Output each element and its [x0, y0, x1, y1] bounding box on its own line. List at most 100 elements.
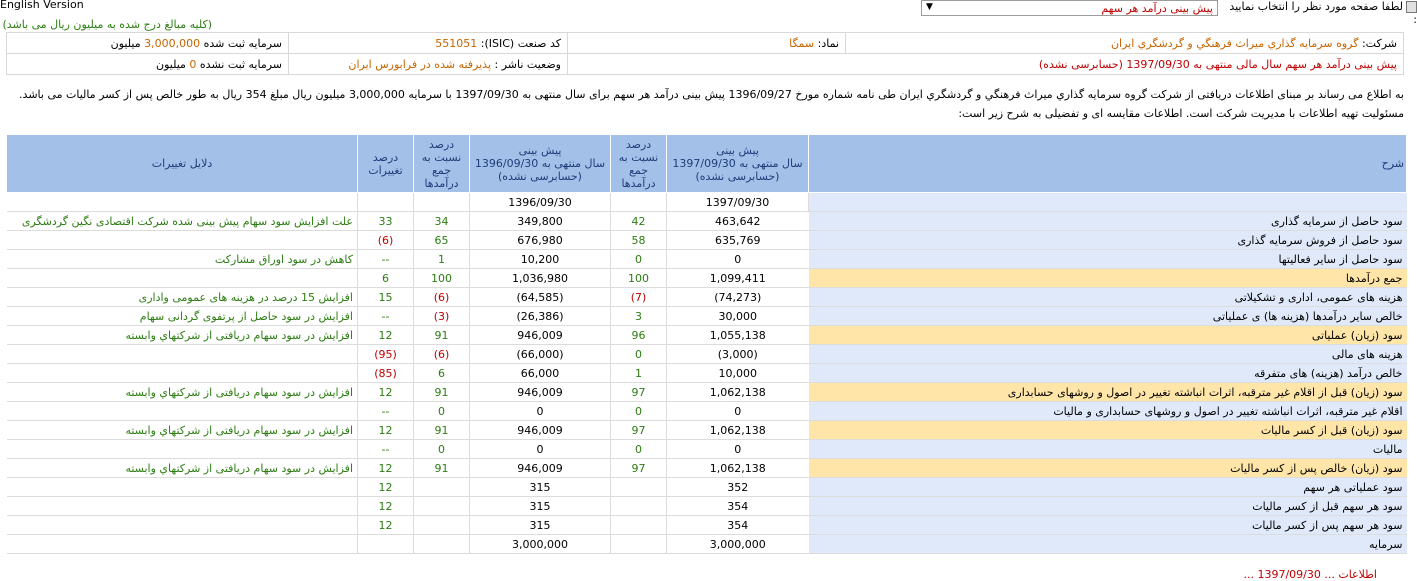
row-percent-1397: 0: [610, 249, 667, 269]
date-1397: 1397/09/30: [666, 192, 809, 212]
row-reason: [6, 496, 358, 516]
row-forecast-1396: 0: [469, 439, 611, 459]
row-forecast-1397: 354: [666, 496, 809, 516]
row-change-percent: 12: [357, 496, 414, 516]
row-desc: مالیات: [808, 439, 1407, 459]
row-percent-1396: 91: [413, 420, 470, 440]
row-percent-1397: 1: [610, 363, 667, 383]
row-change-percent: (6): [357, 230, 414, 250]
row-forecast-1397: (3,000): [666, 344, 809, 364]
row-percent-1396: (6): [413, 344, 470, 364]
row-change-percent: 33: [357, 211, 414, 231]
table-row: هزینه های عمومی، اداری و تشکیلاتی (74,273…: [6, 287, 1407, 307]
capital-unregistered-value: 0: [189, 57, 197, 71]
page-select-label: لطفا صفحه مورد نظر را انتخاب نمایید :: [1223, 0, 1417, 26]
table-row: سود (زیان) عملیاتی 1,055,138 96 946,009 91 12…: [6, 325, 1407, 345]
dropdown-arrow-icon[interactable]: ▼: [926, 2, 933, 12]
row-percent-1397: 3: [610, 306, 667, 326]
page-select-label-text: لطفا صفحه مورد نظر را انتخاب نمایید :: [1229, 0, 1417, 26]
row-change-percent: --: [357, 249, 414, 269]
row-change-percent: --: [357, 401, 414, 421]
row-change-percent: 6: [357, 268, 414, 288]
table-row: سود حاصل از فروش سرمایه گذاری 635,769 58 67…: [6, 230, 1407, 250]
english-version-link[interactable]: English Version: [0, 0, 84, 11]
row-percent-1397: 0: [610, 401, 667, 421]
row-percent-1396: (3): [413, 306, 470, 326]
forecast-date: 1397/09/30: [1126, 57, 1190, 71]
row-change-percent: 12: [357, 420, 414, 440]
row-desc: سرمایه: [808, 534, 1407, 554]
row-forecast-1396: 66,000: [469, 363, 611, 383]
row-desc: هزینه های عمومی، اداری و تشکیلاتی: [808, 287, 1407, 307]
row-percent-1397: 97: [610, 458, 667, 478]
row-desc: سود حاصل از فروش سرمایه گذاری: [808, 230, 1407, 250]
row-desc: سود عملیاتی هر سهم: [808, 477, 1407, 497]
row-forecast-1396: 3,000,000: [469, 534, 611, 554]
row-percent-1397: 42: [610, 211, 667, 231]
row-percent-1396: 91: [413, 458, 470, 478]
company-cell: شرکت: گروه سرمايه گذاري ميراث فرهنگي و گ…: [845, 32, 1404, 54]
header-forecast-1397: پیش بینی سال منتهی به 1397/09/30 (حسابرسی …: [666, 134, 809, 193]
row-percent-1396: 6: [413, 363, 470, 383]
row-percent-1396: 91: [413, 382, 470, 402]
row-change-percent: --: [357, 306, 414, 326]
row-percent-1397: 0: [610, 344, 667, 364]
row-forecast-1396: 315: [469, 515, 611, 535]
table-row: سود هر سهم پس از کسر مالیات 354 315 12: [6, 515, 1407, 535]
forecast-status: (حسابرسی نشده): [1038, 57, 1123, 71]
row-forecast-1396: 10,200: [469, 249, 611, 269]
header-desc: شرح: [808, 134, 1407, 193]
page-select-value: پیش بینی درآمد هر سهم: [1101, 2, 1213, 15]
date-1396: 1396/09/30: [469, 192, 611, 212]
row-desc: خالص درآمد (هزینه) های متفرقه: [808, 363, 1407, 383]
row-forecast-1397: 463,642: [666, 211, 809, 231]
dates-desc: [808, 192, 1407, 212]
row-forecast-1396: 1,036,980: [469, 268, 611, 288]
header-percent-1397: درصد نسبت به جمع درآمدها: [610, 134, 667, 193]
row-forecast-1397: 1,062,138: [666, 382, 809, 402]
publisher-cell: وضعیت ناشر : پذیرفته شده در فرابورس ایرا…: [288, 53, 568, 75]
table-row: جمع درآمدها 1,099,411 100 1,036,980 100 6: [6, 268, 1407, 288]
dates-row: 1397/09/30 1396/09/30: [6, 192, 1407, 212]
row-reason: افزایش در سود سهام دریافتی از شرکتهاي وا…: [6, 458, 358, 478]
symbol-label: نماد:: [817, 36, 839, 50]
row-desc: سود (زیان) عملیاتی: [808, 325, 1407, 345]
row-change-percent: 15: [357, 287, 414, 307]
announcement-text: به اطلاع می رساند بر مبنای اطلاعات دریاف…: [19, 88, 1404, 120]
capital-registered-value: 3,000,000: [144, 36, 201, 50]
row-reason: افزایش در سود سهام دریافتی از شرکتهاي وا…: [6, 382, 358, 402]
row-desc: اقلام غیر مترقبه، اثرات انباشته تغییر در…: [808, 401, 1407, 421]
row-percent-1397: [610, 477, 667, 497]
row-change-percent: (95): [357, 344, 414, 364]
row-reason: افزایش در سود سهام دریافتی از شرکتهاي وا…: [6, 325, 358, 345]
row-reason: افزایش در سود سهام دریافتی از شرکتهاي وا…: [6, 420, 358, 440]
row-change-percent: 12: [357, 515, 414, 535]
row-change-percent: 12: [357, 458, 414, 478]
row-change-percent: 12: [357, 382, 414, 402]
row-desc: سود هر سهم قبل از کسر مالیات: [808, 496, 1407, 516]
row-desc: سود (زیان) قبل از اقلام غیر مترقبه، اثرا…: [808, 382, 1407, 402]
page-select-dropdown[interactable]: ▼ پیش بینی درآمد هر سهم: [921, 0, 1218, 16]
header-reasons: دلایل تغییرات: [6, 134, 358, 193]
top-bar: English Version ▼ پیش بینی درآمد هر سهم …: [0, 0, 1417, 26]
header-forecast-1396: پیش بینی سال منتهی به 1396/09/30 (حسابرسی …: [469, 134, 611, 193]
publisher-label: وضعیت ناشر :: [494, 57, 561, 71]
row-percent-1397: 97: [610, 382, 667, 402]
row-percent-1397: 96: [610, 325, 667, 345]
header-change-percent: درصد تغییرات: [357, 134, 414, 193]
table-row: سود (زیان) قبل از اقلام غیر مترقبه، اثرا…: [6, 382, 1407, 402]
row-forecast-1396: 349,800: [469, 211, 611, 231]
table-row: خالص درآمد (هزینه) های متفرقه 10,000 1 66,0…: [6, 363, 1407, 383]
row-percent-1397: 58: [610, 230, 667, 250]
row-reason: [6, 515, 358, 535]
row-percent-1397: [610, 534, 667, 554]
row-forecast-1397: 0: [666, 439, 809, 459]
row-forecast-1396: 315: [469, 477, 611, 497]
row-desc: هزینه های مالی: [808, 344, 1407, 364]
row-desc: سود هر سهم پس از کسر مالیات: [808, 515, 1407, 535]
table-row: سود (زیان) قبل از کسر مالیات 1,062,138 97 9…: [6, 420, 1407, 440]
row-forecast-1397: 1,062,138: [666, 458, 809, 478]
isic-cell: کد صنعت (ISIC): 551051: [288, 32, 568, 54]
company-value: گروه سرمايه گذاري ميراث فرهنگي و گردشگري…: [1110, 36, 1359, 50]
row-forecast-1396: 946,009: [469, 382, 611, 402]
